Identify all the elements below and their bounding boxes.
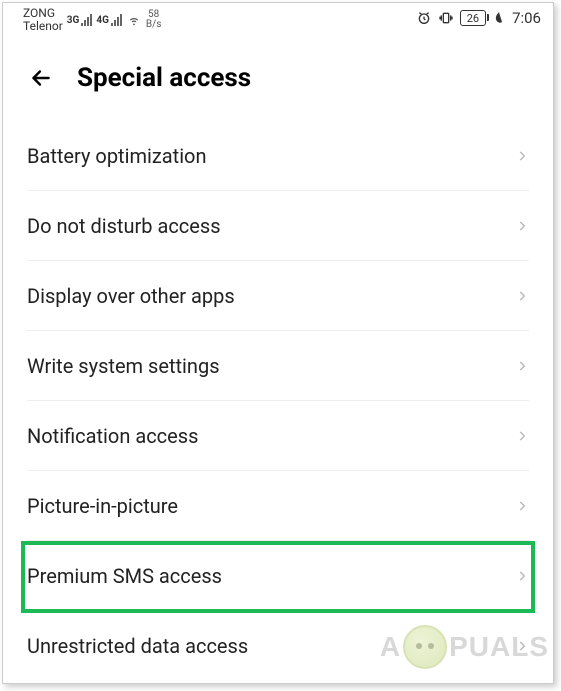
- item-picture-in-picture[interactable]: Picture-in-picture: [27, 471, 529, 541]
- list-item-label: Display over other apps: [27, 284, 235, 308]
- signal-bars-icon: [111, 14, 122, 26]
- list-item-label: Premium SMS access: [27, 564, 222, 588]
- leaf-icon: [492, 11, 506, 25]
- status-left: ZONG Telenor 3G 4G: [23, 7, 161, 33]
- chevron-right-icon: [515, 355, 529, 377]
- phone-screen: ZONG Telenor 3G 4G: [2, 2, 554, 684]
- settings-list: Battery optimization Do not disturb acce…: [3, 121, 553, 681]
- clock: 7:06: [512, 9, 541, 27]
- chevron-right-icon: [515, 495, 529, 517]
- list-item-label: Do not disturb access: [27, 214, 221, 238]
- page-title: Special access: [77, 63, 251, 93]
- carrier-2: Telenor: [23, 20, 63, 33]
- list-item-label: Battery optimization: [27, 144, 207, 168]
- list-item-label: Write system settings: [27, 354, 220, 378]
- item-premium-sms-access[interactable]: Premium SMS access: [27, 541, 529, 611]
- status-bar: ZONG Telenor 3G 4G: [3, 3, 553, 41]
- list-item-label: Unrestricted data access: [27, 634, 248, 658]
- item-notification-access[interactable]: Notification access: [27, 401, 529, 471]
- vibrate-icon: [438, 10, 454, 26]
- list-item-label: Picture-in-picture: [27, 494, 178, 518]
- mascot-head-icon: [403, 625, 447, 669]
- watermark-logo: A PUALS: [380, 625, 549, 669]
- chevron-right-icon: [515, 215, 529, 237]
- watermark-prefix: A: [380, 631, 401, 663]
- back-button[interactable]: [27, 64, 55, 92]
- header: Special access: [3, 41, 553, 121]
- signal-4g: 4G: [96, 14, 122, 26]
- item-display-over-other-apps[interactable]: Display over other apps: [27, 261, 529, 331]
- list-item-label: Notification access: [27, 424, 198, 448]
- carrier-names: ZONG Telenor: [23, 7, 63, 33]
- chevron-right-icon: [515, 425, 529, 447]
- network-speed: 58 B/s: [146, 10, 162, 30]
- wifi-icon: [126, 13, 142, 27]
- chevron-right-icon: [515, 565, 529, 587]
- alarm-icon: [416, 10, 432, 26]
- item-write-system-settings[interactable]: Write system settings: [27, 331, 529, 401]
- item-battery-optimization[interactable]: Battery optimization: [27, 121, 529, 191]
- item-do-not-disturb-access[interactable]: Do not disturb access: [27, 191, 529, 261]
- arrow-left-icon: [28, 65, 54, 91]
- signal-3g: 3G: [67, 14, 93, 26]
- watermark-suffix: PUALS: [449, 631, 549, 663]
- battery-icon: 26: [460, 10, 486, 26]
- chevron-right-icon: [515, 285, 529, 307]
- signal-bars-icon: [81, 14, 92, 26]
- chevron-right-icon: [515, 145, 529, 167]
- status-right: 26 7:06: [416, 7, 541, 27]
